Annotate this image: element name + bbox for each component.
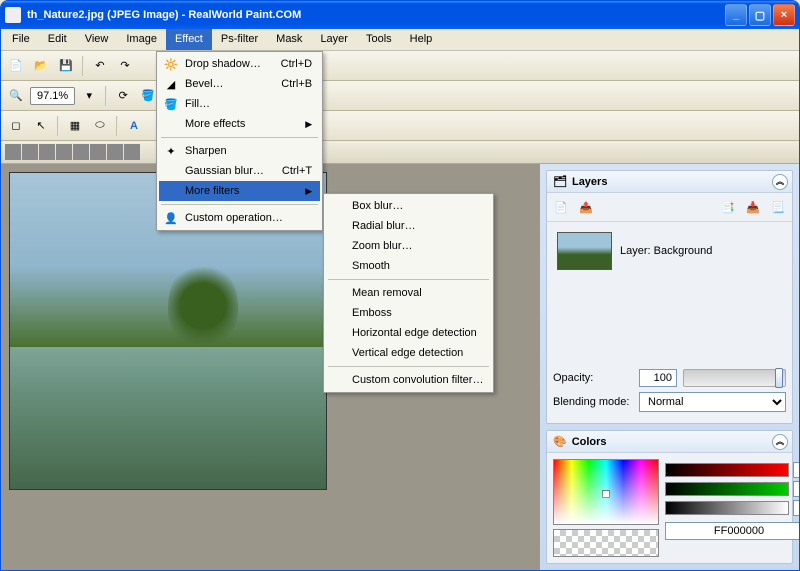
new-icon[interactable]: 📄 — [5, 55, 27, 77]
menu-view[interactable]: View — [76, 29, 118, 50]
swatch[interactable] — [124, 144, 140, 160]
minimize-button[interactable]: _ — [725, 4, 747, 26]
select-ellipse-icon[interactable]: ⬭ — [89, 115, 111, 137]
menu-item[interactable]: More filters▶ — [159, 181, 320, 201]
toolbar-3: ◻ ↖ ▦ ⬭ A ▾ ⌖ — [1, 111, 799, 141]
collapse-icon[interactable]: ︽ — [772, 434, 788, 450]
menu-image[interactable]: Image — [117, 29, 166, 50]
opacity-slider[interactable] — [683, 369, 786, 387]
b-input[interactable] — [793, 500, 800, 516]
colors-panel: 🎨 Colors ︽ ▴ ▴ ▴ — [546, 430, 793, 564]
layers-panel: 🗂 Layers ︽ 📄 📤 📑 📥 📃 Layer: Background — [546, 170, 793, 424]
menu-item[interactable]: Gaussian blur…Ctrl+T — [159, 161, 320, 181]
menu-layer[interactable]: Layer — [311, 29, 357, 50]
menu-ps-filter[interactable]: Ps-filter — [212, 29, 267, 50]
pointer-icon[interactable]: ↖ — [30, 115, 52, 137]
r-slider[interactable] — [665, 463, 789, 477]
save-icon[interactable]: 💾 — [55, 55, 77, 77]
menu-edit[interactable]: Edit — [39, 29, 76, 50]
menu-item[interactable]: ✦Sharpen — [159, 141, 320, 161]
layer-row[interactable]: Layer: Background — [553, 228, 786, 274]
swatch[interactable] — [107, 144, 123, 160]
menu-help[interactable]: Help — [401, 29, 442, 50]
close-button[interactable]: × — [773, 4, 795, 26]
window-title: th_Nature2.jpg (JPEG Image) - RealWorld … — [27, 9, 725, 21]
menu-item[interactable]: 🔆Drop shadow…Ctrl+D — [159, 54, 320, 74]
select-rect-icon[interactable]: ▦ — [64, 115, 86, 137]
app-icon — [5, 7, 21, 23]
b-slider[interactable] — [665, 501, 789, 515]
redo-icon[interactable]: ↷ — [114, 55, 136, 77]
menubar: FileEditViewImageEffectPs-filterMaskLaye… — [1, 29, 799, 51]
swatch[interactable] — [73, 144, 89, 160]
open-icon[interactable]: 📂 — [30, 55, 52, 77]
maximize-button[interactable]: ▢ — [749, 4, 771, 26]
menu-item[interactable]: Custom convolution filter… — [326, 370, 491, 390]
menu-item[interactable]: More effects▶ — [159, 114, 320, 134]
titlebar: th_Nature2.jpg (JPEG Image) - RealWorld … — [1, 1, 799, 29]
blend-mode-select[interactable]: Normal — [639, 392, 786, 412]
marquee-icon[interactable]: ◻ — [5, 115, 27, 137]
menu-item[interactable]: Emboss — [326, 303, 491, 323]
alpha-field[interactable] — [553, 529, 659, 557]
menu-tools[interactable]: Tools — [357, 29, 401, 50]
opacity-input[interactable] — [639, 369, 677, 387]
menu-item[interactable]: 👤Custom operation… — [159, 208, 320, 228]
menu-item[interactable]: Horizontal edge detection — [326, 323, 491, 343]
effect-menu-dropdown: 🔆Drop shadow…Ctrl+D◢Bevel…Ctrl+B🪣Fill…Mo… — [156, 51, 323, 231]
menu-effect[interactable]: Effect — [166, 29, 212, 50]
zoom-dropdown-icon[interactable]: ▾ — [78, 85, 100, 107]
undo-icon[interactable]: ↶ — [89, 55, 111, 77]
collapse-icon[interactable]: ︽ — [772, 174, 788, 190]
layer-thumbnail — [557, 232, 612, 270]
app-window: th_Nature2.jpg (JPEG Image) - RealWorld … — [0, 0, 800, 571]
opacity-label: Opacity: — [553, 372, 633, 384]
menu-item[interactable]: ◢Bevel…Ctrl+B — [159, 74, 320, 94]
blend-label: Blending mode: — [553, 396, 633, 408]
swatch[interactable] — [39, 144, 55, 160]
layer-del-icon[interactable]: 📃 — [767, 196, 789, 218]
toolbar-2: 🔍 97.1% ▾ ⟳ 🪣 — [1, 81, 799, 111]
layer-export-icon[interactable]: 📤 — [575, 196, 597, 218]
layer-dup-icon[interactable]: 📑 — [717, 196, 739, 218]
hex-input[interactable] — [665, 522, 800, 540]
g-input[interactable] — [793, 481, 800, 497]
layer-add-icon[interactable]: 📄 — [550, 196, 572, 218]
zoom-icon[interactable]: 🔍 — [5, 85, 27, 107]
swatch-bar — [1, 141, 799, 164]
layers-icon: 🗂 — [553, 175, 567, 188]
colors-icon: 🎨 — [553, 435, 567, 448]
color-cursor[interactable] — [602, 490, 610, 498]
colors-title: Colors — [572, 436, 607, 448]
menu-item[interactable]: Vertical edge detection — [326, 343, 491, 363]
r-input[interactable] — [793, 462, 800, 478]
g-slider[interactable] — [665, 482, 789, 496]
swatch[interactable] — [5, 144, 21, 160]
text-icon[interactable]: A — [123, 115, 145, 137]
menu-item[interactable]: 🪣Fill… — [159, 94, 320, 114]
swatch[interactable] — [22, 144, 38, 160]
menu-item[interactable]: Mean removal — [326, 283, 491, 303]
side-panel: 🗂 Layers ︽ 📄 📤 📑 📥 📃 Layer: Background — [539, 164, 799, 571]
menu-mask[interactable]: Mask — [267, 29, 311, 50]
color-field[interactable] — [553, 459, 659, 525]
menu-file[interactable]: File — [3, 29, 39, 50]
layers-title: Layers — [572, 176, 607, 188]
layer-name: Layer: Background — [620, 245, 712, 257]
menu-item[interactable]: Box blur… — [326, 196, 491, 216]
swatch[interactable] — [56, 144, 72, 160]
menu-item[interactable]: Smooth — [326, 256, 491, 276]
swatch[interactable] — [90, 144, 106, 160]
more-filters-submenu: Box blur…Radial blur…Zoom blur…Smooth Mea… — [323, 193, 494, 393]
zoom-value[interactable]: 97.1% — [30, 87, 75, 105]
layer-merge-icon[interactable]: 📥 — [742, 196, 764, 218]
refresh-icon[interactable]: ⟳ — [112, 85, 134, 107]
menu-item[interactable]: Zoom blur… — [326, 236, 491, 256]
toolbar-1: 📄 📂 💾 ↶ ↷ — [1, 51, 799, 81]
menu-item[interactable]: Radial blur… — [326, 216, 491, 236]
